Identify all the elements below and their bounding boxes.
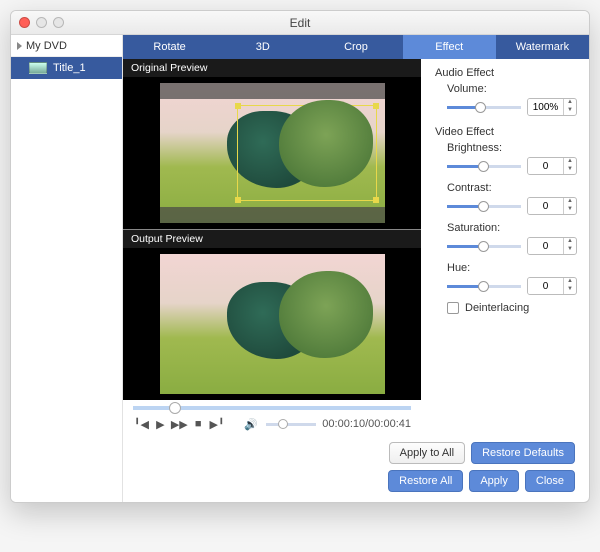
prev-frame-button[interactable]: ╹◀ <box>133 416 150 432</box>
output-preview <box>123 248 421 400</box>
saturation-stepper[interactable]: ▲▼ <box>527 237 577 255</box>
stepper-up-icon[interactable]: ▲ <box>564 278 576 286</box>
tab-crop[interactable]: Crop <box>309 35 402 59</box>
timecode: 00:00:10/00:00:41 <box>322 418 411 430</box>
contrast-slider[interactable] <box>447 205 521 208</box>
hue-label: Hue: <box>447 262 509 274</box>
stepper-down-icon[interactable]: ▼ <box>564 246 576 254</box>
deinterlacing-checkbox[interactable] <box>447 302 459 314</box>
apply-button[interactable]: Apply <box>469 470 519 492</box>
effects-panel: Audio Effect Volume: ▲▼ Video Effect Bri… <box>421 59 589 438</box>
tab-rotate[interactable]: Rotate <box>123 35 216 59</box>
tab-bar: Rotate 3D Crop Effect Watermark <box>123 35 589 59</box>
project-row[interactable]: My DVD <box>11 35 122 57</box>
brightness-stepper[interactable]: ▲▼ <box>527 157 577 175</box>
hue-slider[interactable] <box>447 285 521 288</box>
next-frame-button[interactable]: ▶╹ <box>209 416 226 432</box>
clip-thumbnail-icon <box>29 62 47 74</box>
tab-3d[interactable]: 3D <box>216 35 309 59</box>
saturation-label: Saturation: <box>447 222 509 234</box>
preview-column: Original Preview + Output Preview <box>123 59 421 438</box>
play-button[interactable]: ▶ <box>152 416 169 432</box>
original-preview[interactable]: + <box>123 77 421 229</box>
window-title: Edit <box>11 16 589 30</box>
volume-input[interactable] <box>528 99 563 115</box>
playback-volume-slider[interactable] <box>266 423 317 426</box>
contrast-input[interactable] <box>528 198 563 214</box>
original-preview-label: Original Preview <box>123 59 421 77</box>
video-effect-heading: Video Effect <box>435 126 577 138</box>
contrast-stepper[interactable]: ▲▼ <box>527 197 577 215</box>
main-panel: Rotate 3D Crop Effect Watermark Original… <box>123 35 589 502</box>
hue-input[interactable] <box>528 278 563 294</box>
apply-to-all-button[interactable]: Apply to All <box>389 442 465 464</box>
fast-forward-button[interactable]: ▶▶ <box>171 416 188 432</box>
restore-defaults-button[interactable]: Restore Defaults <box>471 442 575 464</box>
tab-effect[interactable]: Effect <box>403 35 496 59</box>
contrast-label: Contrast: <box>447 182 509 194</box>
crosshair-icon: + <box>303 146 310 160</box>
edit-window: Edit My DVD Title_1 Rotate 3D Crop Effec… <box>10 10 590 503</box>
sidebar: My DVD Title_1 <box>11 35 123 502</box>
output-preview-label: Output Preview <box>123 230 421 248</box>
stepper-down-icon[interactable]: ▼ <box>564 286 576 294</box>
stepper-up-icon[interactable]: ▲ <box>564 99 576 107</box>
audio-effect-heading: Audio Effect <box>435 67 577 79</box>
saturation-input[interactable] <box>528 238 563 254</box>
close-button[interactable]: Close <box>525 470 575 492</box>
saturation-slider[interactable] <box>447 245 521 248</box>
titlebar: Edit <box>11 11 589 35</box>
restore-all-button[interactable]: Restore All <box>388 470 463 492</box>
stepper-up-icon[interactable]: ▲ <box>564 158 576 166</box>
sidebar-item-label: Title_1 <box>53 62 86 74</box>
stepper-down-icon[interactable]: ▼ <box>564 107 576 115</box>
hue-stepper[interactable]: ▲▼ <box>527 277 577 295</box>
volume-icon[interactable]: 🔊 <box>243 416 260 432</box>
volume-slider[interactable] <box>447 106 521 109</box>
stepper-down-icon[interactable]: ▼ <box>564 206 576 214</box>
stepper-up-icon[interactable]: ▲ <box>564 198 576 206</box>
stepper-down-icon[interactable]: ▼ <box>564 166 576 174</box>
stepper-up-icon[interactable]: ▲ <box>564 238 576 246</box>
brightness-input[interactable] <box>528 158 563 174</box>
disclosure-icon[interactable] <box>17 42 22 50</box>
crop-selection[interactable]: + <box>237 105 377 201</box>
deinterlacing-label: Deinterlacing <box>465 302 529 314</box>
brightness-label: Brightness: <box>447 142 509 154</box>
timeline-slider[interactable] <box>133 406 411 410</box>
brightness-slider[interactable] <box>447 165 521 168</box>
sidebar-item-title-1[interactable]: Title_1 <box>11 57 122 79</box>
volume-stepper[interactable]: ▲▼ <box>527 98 577 116</box>
stop-button[interactable]: ■ <box>190 416 207 432</box>
tab-watermark[interactable]: Watermark <box>496 35 589 59</box>
volume-label: Volume: <box>447 83 509 95</box>
playback-controls: ╹◀ ▶ ▶▶ ■ ▶╹ 🔊 00:00:10/00:00:41 <box>123 412 421 438</box>
project-name: My DVD <box>26 40 67 52</box>
